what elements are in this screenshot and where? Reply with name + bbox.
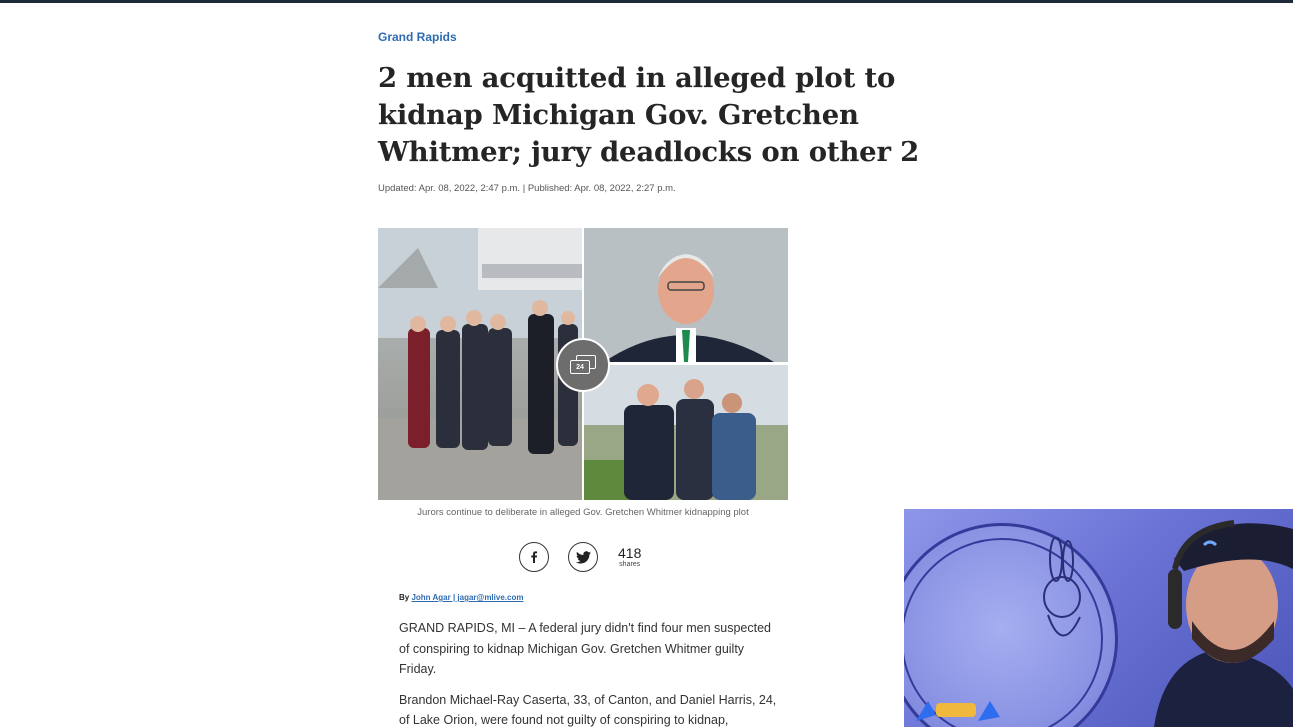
twitter-share-button[interactable] <box>568 542 598 572</box>
top-bar <box>0 0 1293 3</box>
photo-caption: Jurors continue to deliberate in alleged… <box>417 507 749 518</box>
gallery-photo-main[interactable] <box>378 228 582 500</box>
byline-prefix: By <box>399 593 412 602</box>
streamer-avatar <box>1154 520 1293 727</box>
photo-gallery[interactable]: 24 <box>378 228 788 500</box>
channel-logo-icon <box>916 701 1000 721</box>
article-paragraph: Brandon Michael-Ray Caserta, 33, of Cant… <box>399 692 777 727</box>
author-link[interactable]: John Agar | jagar@mlive.com <box>411 593 523 602</box>
section-link[interactable]: Grand Rapids <box>378 30 457 44</box>
share-bar: 418 shares <box>519 542 641 572</box>
byline: By John Agar | jagar@mlive.com <box>399 593 523 602</box>
facebook-share-button[interactable] <box>519 542 549 572</box>
dateline: Updated: Apr. 08, 2022, 2:47 p.m. | Publ… <box>378 183 676 194</box>
gallery-count: 24 <box>570 360 590 374</box>
gallery-open-button[interactable]: 24 <box>556 338 610 392</box>
share-count-number: 418 <box>618 544 642 561</box>
article-header: Grand Rapids 2 men acquitted in alleged … <box>378 28 938 194</box>
twitter-icon <box>575 550 591 563</box>
gallery-photo-bottom[interactable] <box>584 365 788 500</box>
facebook-icon <box>531 551 538 563</box>
gallery-photo-top[interactable] <box>584 228 788 362</box>
article-body: GRAND RAPIDS, MI – A federal jury didn't… <box>399 618 779 727</box>
share-count-label: shares <box>619 560 641 568</box>
share-count: 418 shares <box>618 544 642 569</box>
article-paragraph: GRAND RAPIDS, MI – A federal jury didn't… <box>399 621 771 676</box>
headline: 2 men acquitted in alleged plot to kidna… <box>378 62 920 168</box>
gallery-stack-icon: 24 <box>570 355 596 375</box>
webcam-overlay <box>904 509 1293 727</box>
rabbit-icon <box>1043 537 1081 637</box>
